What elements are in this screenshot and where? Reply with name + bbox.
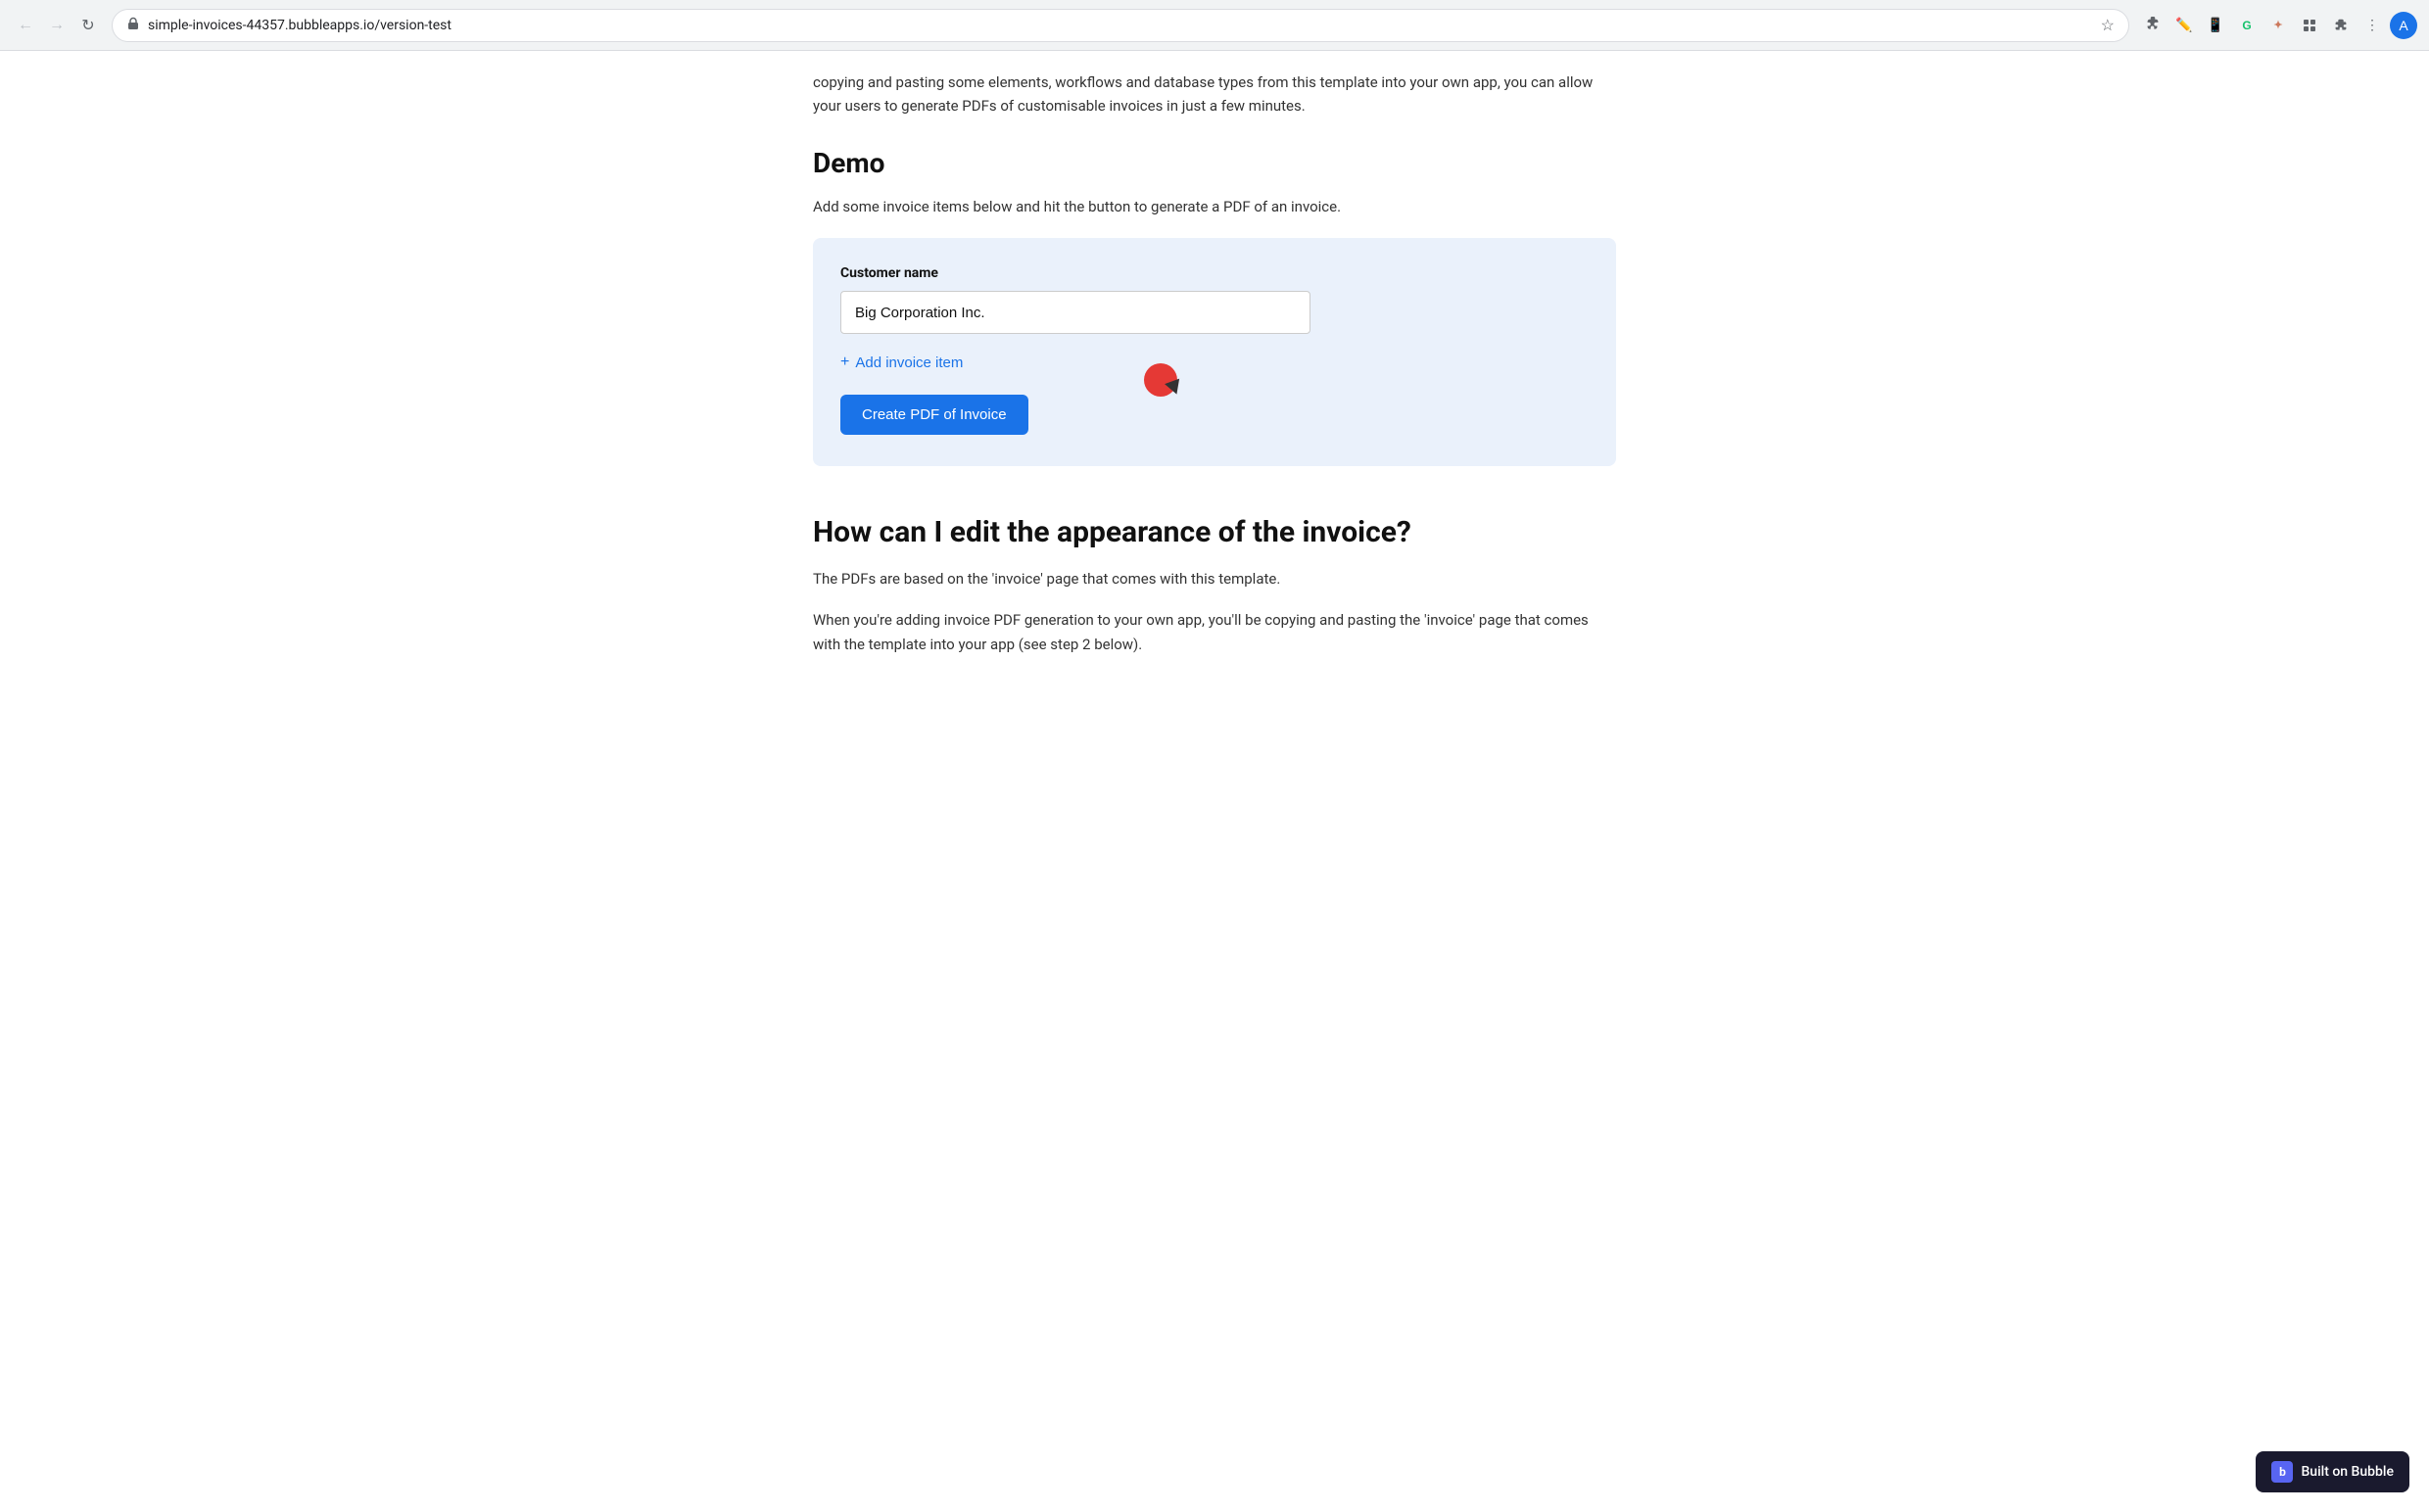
address-bar[interactable]: simple-invoices-44357.bubbleapps.io/vers… bbox=[112, 9, 2129, 42]
nav-buttons: ← → ↻ bbox=[12, 12, 102, 39]
bookmark-icon[interactable]: ☆ bbox=[2101, 16, 2115, 34]
profile-button[interactable]: A bbox=[2390, 12, 2417, 39]
add-invoice-label: Add invoice item bbox=[855, 354, 963, 371]
edit-section-title: How can I edit the appearance of the inv… bbox=[813, 513, 1616, 551]
back-button[interactable]: ← bbox=[12, 12, 39, 39]
customer-name-label: Customer name bbox=[840, 265, 1589, 281]
demo-title: Demo bbox=[813, 147, 1616, 179]
url-text: simple-invoices-44357.bubbleapps.io/vers… bbox=[148, 18, 2093, 33]
reload-button[interactable]: ↻ bbox=[74, 12, 102, 39]
forward-button[interactable]: → bbox=[43, 12, 71, 39]
edit-section-text1: The PDFs are based on the 'invoice' page… bbox=[813, 567, 1616, 592]
extensions-button[interactable] bbox=[2139, 12, 2167, 39]
edit-section-text2: When you're adding invoice PDF generatio… bbox=[813, 608, 1616, 658]
demo-description: Add some invoice items below and hit the… bbox=[813, 195, 1616, 218]
menu-button[interactable]: ⋮ bbox=[2358, 12, 2386, 39]
customer-name-input[interactable] bbox=[840, 291, 1310, 334]
plus-icon: + bbox=[840, 354, 849, 371]
add-invoice-item-button[interactable]: + Add invoice item bbox=[840, 354, 963, 371]
cursor-dot bbox=[1144, 363, 1177, 397]
lock-icon bbox=[126, 17, 140, 34]
ext-btn-1[interactable] bbox=[2296, 12, 2323, 39]
demo-box: Customer name + Add invoice item Create … bbox=[813, 238, 1616, 466]
create-pdf-button[interactable]: Create PDF of Invoice bbox=[840, 395, 1028, 435]
intro-text: copying and pasting some elements, workf… bbox=[813, 71, 1616, 118]
cursor-arrow bbox=[1165, 379, 1184, 398]
grammarly-btn[interactable]: G bbox=[2233, 12, 2261, 39]
ext-puzzle-btn[interactable] bbox=[2327, 12, 2355, 39]
claude-btn[interactable]: ✦ bbox=[2264, 12, 2292, 39]
built-on-bubble-badge[interactable]: b Built on Bubble bbox=[2256, 1451, 2409, 1492]
mobile-icon-btn[interactable]: 📱 bbox=[2202, 12, 2229, 39]
built-on-bubble-label: Built on Bubble bbox=[2301, 1464, 2394, 1480]
pen-icon-btn[interactable]: ✏️ bbox=[2170, 12, 2198, 39]
browser-chrome: ← → ↻ simple-invoices-44357.bubbleapps.i… bbox=[0, 0, 2429, 51]
page-content: copying and pasting some elements, workf… bbox=[774, 51, 1655, 732]
browser-actions: ✏️ 📱 G ✦ ⋮ A bbox=[2139, 12, 2417, 39]
bubble-logo-icon: b bbox=[2271, 1461, 2293, 1483]
